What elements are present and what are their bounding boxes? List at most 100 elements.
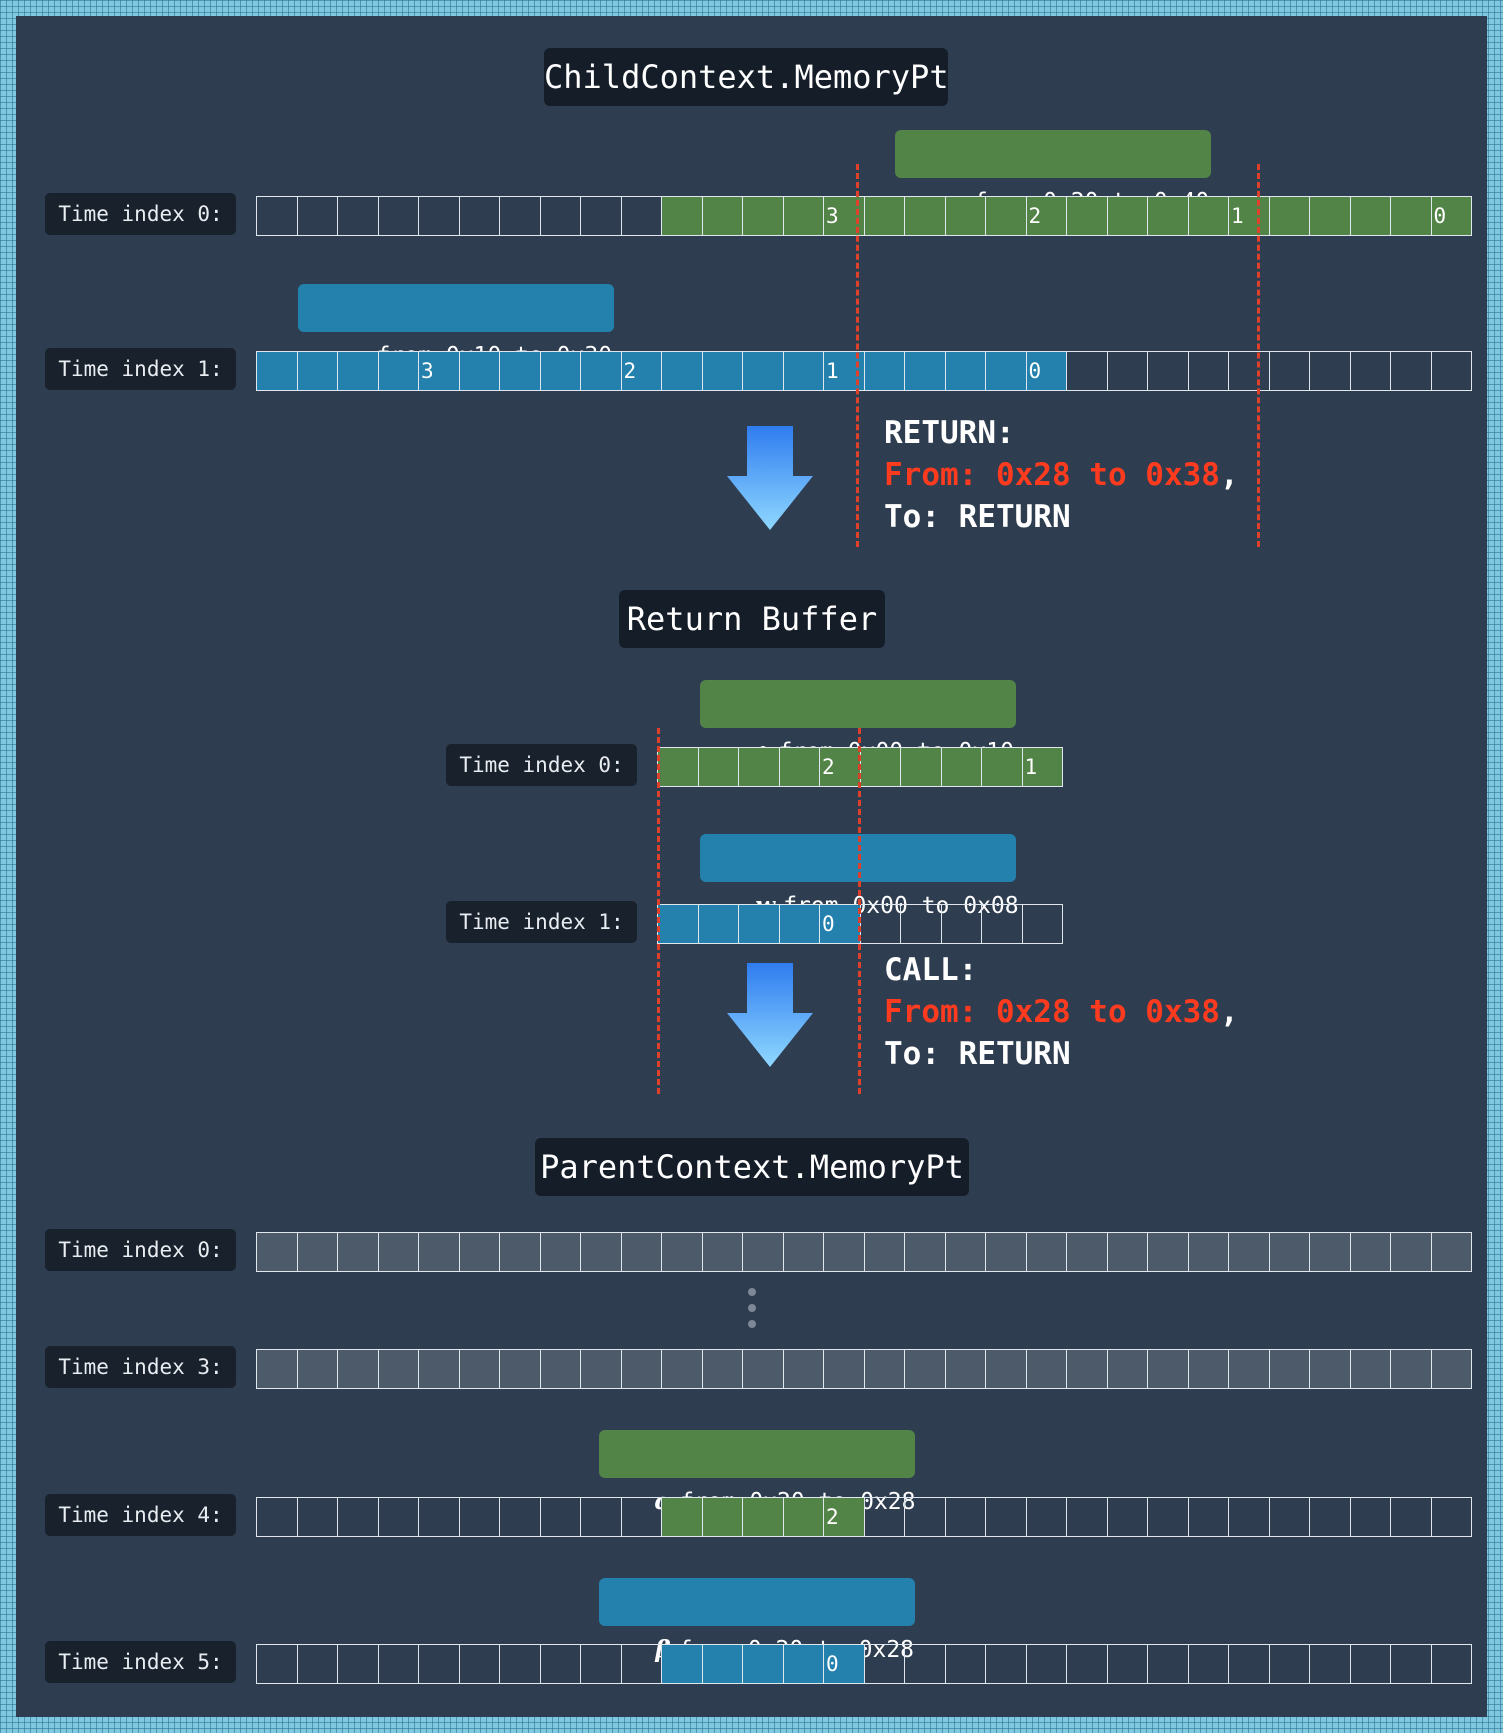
- word-index-label: 2: [623, 359, 637, 383]
- memory-cell: [379, 1645, 419, 1683]
- memory-cell: [338, 1233, 379, 1271]
- memory-cell: [1067, 1350, 1108, 1388]
- memory-cell: [1148, 197, 1189, 235]
- memory-cell: [1148, 1350, 1189, 1388]
- memory-cell: [419, 1350, 460, 1388]
- memory-cell: 2: [824, 1498, 865, 1536]
- word-index-label: 2: [1028, 204, 1042, 228]
- memory-cell: [905, 1498, 946, 1536]
- memory-cell: [905, 1233, 946, 1271]
- memory-cell: [698, 905, 739, 943]
- memory-cell: [298, 1498, 338, 1536]
- memory-cell: [621, 1233, 662, 1271]
- memory-cell: [540, 1233, 581, 1271]
- memory-cell: [783, 1645, 824, 1683]
- memory-cell: [1148, 352, 1189, 390]
- memory-cell: [257, 1645, 298, 1683]
- memory-cell: [378, 1233, 419, 1271]
- word-index-label: 3: [826, 204, 839, 228]
- memory-cell: [982, 905, 1023, 943]
- child-memory-row-1: 3 2 1 0: [256, 351, 1472, 391]
- word-index-label: 3: [421, 359, 434, 383]
- memory-cell: [257, 197, 298, 235]
- memory-cell: [864, 1233, 905, 1271]
- parent-memory-row-4: 2: [256, 1497, 1472, 1537]
- memory-cell: [658, 905, 699, 943]
- memory-cell: [861, 905, 901, 943]
- word-index-label: 1: [826, 359, 839, 383]
- memory-cell: [1026, 1350, 1067, 1388]
- memory-cell: [500, 197, 541, 235]
- memory-cell: [1391, 1233, 1432, 1271]
- memory-cell: [1350, 1350, 1391, 1388]
- memory-cell: [1229, 352, 1270, 390]
- memory-cell: [1350, 197, 1391, 235]
- memory-cell: [581, 352, 622, 390]
- return-note: RETURN: From: 0x28 to 0x38, To: RETURN: [884, 412, 1239, 538]
- memory-cell: [662, 1350, 703, 1388]
- memory-cell: [743, 1350, 784, 1388]
- child-memory-row-0: 3 2 1 0: [256, 196, 1472, 236]
- memory-cell: [419, 197, 460, 235]
- memory-cell: [338, 352, 379, 390]
- memory-cell: [338, 1645, 379, 1683]
- memory-cell: [743, 197, 784, 235]
- memory-cell: [621, 1350, 662, 1388]
- memory-cell: [1350, 1233, 1391, 1271]
- memory-cell: [297, 352, 338, 390]
- memory-cell: [1310, 1350, 1351, 1388]
- buffer-time-0-label: Time index 0:: [446, 744, 637, 786]
- memory-cell: [500, 1350, 541, 1388]
- memory-cell: [541, 1498, 581, 1536]
- memory-cell: [905, 1350, 946, 1388]
- memory-cell: [622, 1498, 662, 1536]
- memory-cell: [257, 1350, 298, 1388]
- memory-cell: 0: [1431, 197, 1471, 235]
- memory-cell: [986, 1233, 1027, 1271]
- memory-cell: [338, 1350, 379, 1388]
- memory-cell: [783, 352, 824, 390]
- memory-cell: [1431, 1350, 1471, 1388]
- memory-cell: [257, 1498, 298, 1536]
- parent-time-3-label: Time index 3:: [45, 1346, 236, 1388]
- memory-cell: [946, 1645, 986, 1683]
- memory-cell: [865, 1498, 905, 1536]
- memory-cell: [338, 1498, 379, 1536]
- parent-memory-row-3: [256, 1349, 1472, 1389]
- memory-cell: [824, 1233, 865, 1271]
- memory-cell: [581, 1498, 622, 1536]
- memory-cell: [1188, 197, 1229, 235]
- memory-cell: [824, 1350, 865, 1388]
- memory-cell: [1391, 352, 1432, 390]
- call-note-from: From: 0x28 to 0x38: [884, 994, 1220, 1030]
- memory-cell: [1269, 197, 1310, 235]
- memory-cell: [298, 197, 338, 235]
- word-index-label: 0: [826, 1652, 839, 1676]
- memory-cell: [901, 905, 942, 943]
- memory-cell: [1432, 1645, 1472, 1683]
- buffer-boundary-line-end: [858, 728, 861, 1094]
- memory-cell: [1391, 197, 1432, 235]
- memory-cell: [702, 352, 743, 390]
- memory-cell: [743, 1498, 784, 1536]
- memory-cell: [1108, 352, 1148, 390]
- memory-cell: [500, 352, 541, 390]
- memory-cell: [419, 1498, 460, 1536]
- parent-time-5-label: Time index 5:: [45, 1641, 236, 1683]
- memory-cell: [1351, 352, 1391, 390]
- memory-cell: 1: [1022, 748, 1062, 786]
- memory-cell: [698, 748, 739, 786]
- word-index-label: 0: [1028, 359, 1042, 383]
- memory-cell: [1229, 1645, 1270, 1683]
- memory-cell: [945, 197, 986, 235]
- child-time-1-label: Time index 1:: [45, 348, 236, 390]
- memory-cell: [1188, 1233, 1229, 1271]
- boundary-line-0x38: [1257, 164, 1260, 547]
- parent-memory-row-0: [256, 1232, 1472, 1272]
- parent-time-4-label: Time index 4:: [45, 1494, 236, 1536]
- memory-cell: [905, 352, 946, 390]
- memory-cell: [662, 197, 703, 235]
- y-range-label: yfrom 0x10 to 0x30: [298, 284, 614, 369]
- memory-cell: [1270, 1498, 1310, 1536]
- memory-cell: [1067, 1233, 1108, 1271]
